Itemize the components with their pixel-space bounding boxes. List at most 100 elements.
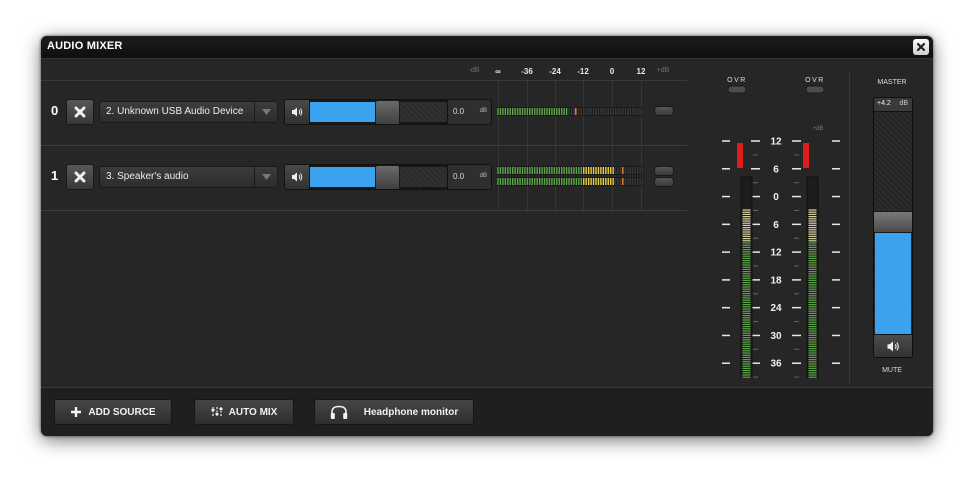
device-select[interactable]: 3. Speaker's audio bbox=[99, 166, 278, 188]
vu-bar-right-segment bbox=[808, 284, 817, 286]
meter-segment bbox=[614, 178, 617, 185]
channel-toggle-button[interactable] bbox=[654, 106, 674, 116]
close-button[interactable] bbox=[913, 39, 929, 55]
channel-toggle-button[interactable] bbox=[654, 177, 674, 187]
vu-bar-right-segment bbox=[808, 365, 817, 367]
meter-segment bbox=[509, 108, 511, 115]
vu-bar-right-segment bbox=[808, 227, 817, 229]
volume-thumb[interactable] bbox=[374, 165, 400, 189]
volume-slider[interactable]: 0.0 dB bbox=[284, 164, 492, 190]
channel-mute-button[interactable] bbox=[285, 165, 310, 189]
dropdown-arrow-icon bbox=[254, 102, 277, 122]
channel-level-meter bbox=[497, 166, 644, 186]
master-unit: dB bbox=[899, 100, 908, 107]
vu-bar-left-segment bbox=[742, 345, 751, 347]
meter-segment bbox=[600, 178, 602, 185]
meter-segment bbox=[507, 108, 509, 115]
vu-bar-right-segment bbox=[808, 211, 817, 213]
meter-segment bbox=[514, 178, 516, 185]
vu-bar-left-segment bbox=[742, 306, 751, 308]
meter-segment bbox=[585, 108, 587, 115]
meter-segment bbox=[551, 178, 553, 185]
meter-segment bbox=[538, 108, 541, 115]
vu-bar-left-segment bbox=[742, 235, 751, 237]
vu-bar-right-segment bbox=[808, 286, 817, 288]
meter-segment bbox=[595, 178, 597, 185]
meter-segment bbox=[629, 108, 631, 115]
vu-bar-left-segment bbox=[742, 374, 751, 376]
channel-row-0: 0 2. Unknown USB Audio Device 0.0 dB bbox=[41, 81, 687, 146]
meter-segment bbox=[592, 178, 595, 185]
meter-segment bbox=[622, 108, 624, 115]
channel-toggle-button[interactable] bbox=[654, 166, 674, 176]
meter-segment bbox=[568, 178, 570, 185]
meter-segment bbox=[639, 178, 641, 185]
vu-scale-label: 6 bbox=[773, 164, 779, 175]
meter-segment bbox=[504, 108, 507, 115]
volume-value: 0.0 bbox=[453, 107, 465, 116]
volume-track[interactable] bbox=[310, 100, 447, 124]
vu-bar-left-segment bbox=[742, 319, 751, 321]
vu-bar-right-segment bbox=[808, 279, 817, 281]
device-select[interactable]: 2. Unknown USB Audio Device bbox=[99, 101, 278, 123]
volume-thumb[interactable] bbox=[374, 100, 400, 124]
meter-segment bbox=[561, 167, 563, 174]
volume-slider[interactable]: 0.0 dB bbox=[284, 99, 492, 125]
channel-mute-button[interactable] bbox=[285, 100, 310, 124]
meter-segment bbox=[509, 178, 511, 185]
vu-bar-right-segment bbox=[808, 326, 817, 328]
master-track[interactable] bbox=[874, 112, 912, 334]
meter-segment bbox=[619, 167, 622, 174]
master-mute-button[interactable] bbox=[874, 334, 912, 357]
vu-bar-left-segment bbox=[742, 337, 751, 339]
remove-channel-button[interactable] bbox=[66, 164, 94, 190]
bottom-toolbar: ADD SOURCE AUTO MIX Headphone monitor bbox=[41, 387, 933, 436]
master-fader[interactable]: +4.2 dB bbox=[873, 97, 913, 358]
meter-segment bbox=[529, 167, 531, 174]
headphone-monitor-button[interactable]: Headphone monitor bbox=[314, 399, 474, 425]
vu-bar-left-segment bbox=[742, 233, 751, 235]
add-source-button[interactable]: ADD SOURCE bbox=[54, 399, 172, 425]
close-icon bbox=[916, 42, 926, 52]
volume-value-box: 0.0 dB bbox=[447, 165, 491, 189]
meter-segment bbox=[507, 167, 509, 174]
vu-bar-right-bg bbox=[806, 176, 819, 378]
meter-segment bbox=[639, 167, 641, 174]
meter-segment bbox=[524, 178, 526, 185]
vu-bar-right-segment bbox=[808, 246, 817, 248]
meter-segment bbox=[502, 178, 504, 185]
vu-bar-left-segment bbox=[742, 213, 751, 215]
volume-track[interactable] bbox=[310, 165, 447, 189]
vu-bar-right-segment bbox=[808, 363, 817, 365]
master-thumb[interactable] bbox=[874, 211, 912, 233]
auto-mix-button[interactable]: AUTO MIX bbox=[194, 399, 294, 425]
meter-segment bbox=[541, 108, 543, 115]
vu-bar-right-segment bbox=[808, 249, 817, 251]
window-title: AUDIO MIXER bbox=[47, 40, 123, 52]
vu-bar-right-segment bbox=[808, 356, 817, 358]
vu-bar-left-segment bbox=[742, 286, 751, 288]
master-divider bbox=[849, 72, 850, 384]
meter-segment bbox=[610, 178, 612, 185]
vu-bar-left-segment bbox=[742, 290, 751, 292]
vu-bar-left-segment bbox=[742, 268, 751, 270]
vu-bar-left-segment bbox=[742, 209, 751, 211]
vu-bar-right-segment bbox=[808, 268, 817, 270]
vu-bar-right-segment bbox=[808, 359, 817, 361]
vu-bar-left-segment bbox=[742, 308, 751, 310]
vu-bar-right-segment bbox=[808, 266, 817, 268]
meter-segment bbox=[565, 167, 568, 174]
meter-segment bbox=[519, 178, 521, 185]
ovr-indicator-left[interactable] bbox=[727, 85, 747, 94]
channel-level-meter bbox=[497, 107, 644, 116]
vu-bar-left-segment bbox=[742, 279, 751, 281]
meter-segment bbox=[619, 108, 622, 115]
meter-peak-marker bbox=[621, 178, 624, 185]
ovr-indicator-right[interactable] bbox=[805, 85, 825, 94]
vu-bar-left-segment bbox=[742, 222, 751, 224]
meter-segment bbox=[573, 178, 575, 185]
meter-peak-marker bbox=[574, 108, 577, 115]
remove-channel-button[interactable] bbox=[66, 99, 94, 125]
vu-bar-left-segment bbox=[742, 246, 751, 248]
meter-segment bbox=[570, 178, 573, 185]
